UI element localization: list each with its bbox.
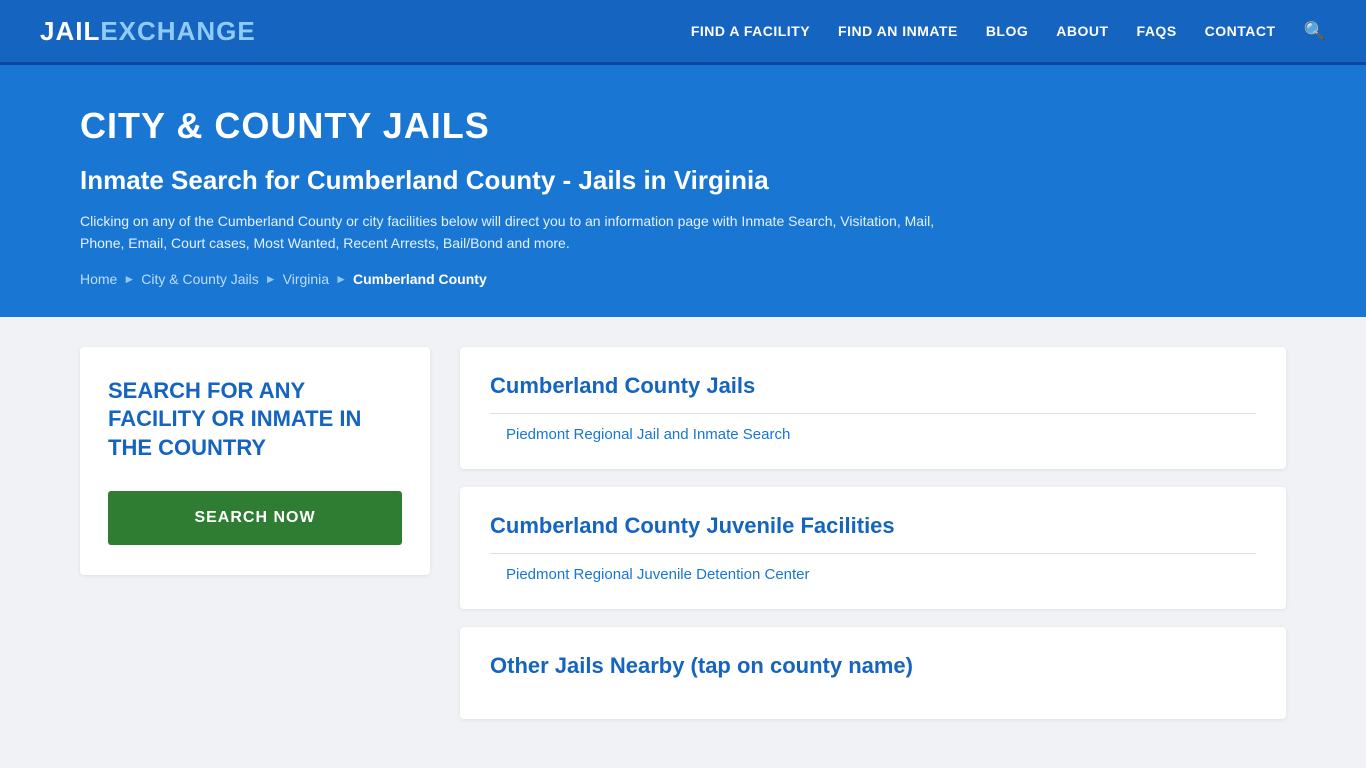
header: JAILEXCHANGE FIND A FACILITY FIND AN INM… xyxy=(0,0,1366,65)
breadcrumb-city-county[interactable]: City & County Jails xyxy=(141,271,258,287)
breadcrumb-sep-1: ► xyxy=(123,272,135,286)
logo-exchange: EXCHANGE xyxy=(100,16,255,46)
breadcrumb-sep-3: ► xyxy=(335,272,347,286)
nav-faqs[interactable]: FAQs xyxy=(1137,23,1177,39)
hero-description: Clicking on any of the Cumberland County… xyxy=(80,210,980,255)
breadcrumb-sep-2: ► xyxy=(265,272,277,286)
nav-contact[interactable]: CONTACT xyxy=(1205,23,1276,39)
link-piedmont-juvenile[interactable]: Piedmont Regional Juvenile Detention Cen… xyxy=(490,566,1256,583)
breadcrumb-home[interactable]: Home xyxy=(80,271,117,287)
page-subtitle: Inmate Search for Cumberland County - Ja… xyxy=(80,165,1286,196)
main-nav: FIND A FACILITY FIND AN INMATE BLOG ABOU… xyxy=(691,21,1326,42)
card-title-juvenile[interactable]: Cumberland County Juvenile Facilities xyxy=(490,513,1256,539)
logo-jail: JAIL xyxy=(40,16,100,46)
breadcrumb-current: Cumberland County xyxy=(353,271,487,287)
results-panel: Cumberland County Jails Piedmont Regiona… xyxy=(460,347,1286,719)
link-piedmont-jail[interactable]: Piedmont Regional Jail and Inmate Search xyxy=(490,426,1256,443)
card-nearby-jails: Other Jails Nearby (tap on county name) xyxy=(460,627,1286,719)
nav-about[interactable]: ABOUT xyxy=(1056,23,1108,39)
search-now-button[interactable]: SEARCH NOW xyxy=(108,491,402,545)
card-divider-2 xyxy=(490,553,1256,554)
search-panel: SEARCH FOR ANY FACILITY OR INMATE IN THE… xyxy=(80,347,430,575)
nav-find-facility[interactable]: FIND A FACILITY xyxy=(691,23,810,39)
logo[interactable]: JAILEXCHANGE xyxy=(40,16,256,47)
nav-find-inmate[interactable]: FIND AN INMATE xyxy=(838,23,958,39)
card-county-jails: Cumberland County Jails Piedmont Regiona… xyxy=(460,347,1286,469)
search-icon[interactable]: 🔍 xyxy=(1304,21,1326,42)
card-title-nearby[interactable]: Other Jails Nearby (tap on county name) xyxy=(490,653,1256,679)
breadcrumb: Home ► City & County Jails ► Virginia ► … xyxy=(80,271,1286,287)
card-divider-1 xyxy=(490,413,1256,414)
search-prompt-text: SEARCH FOR ANY FACILITY OR INMATE IN THE… xyxy=(108,377,402,463)
nav-blog[interactable]: BLOG xyxy=(986,23,1028,39)
page-title: CITY & COUNTY JAILS xyxy=(80,105,1286,147)
card-juvenile-facilities: Cumberland County Juvenile Facilities Pi… xyxy=(460,487,1286,609)
main-content: SEARCH FOR ANY FACILITY OR INMATE IN THE… xyxy=(0,317,1366,759)
hero-banner: CITY & COUNTY JAILS Inmate Search for Cu… xyxy=(0,65,1366,317)
card-title-county-jails[interactable]: Cumberland County Jails xyxy=(490,373,1256,399)
breadcrumb-state[interactable]: Virginia xyxy=(283,271,329,287)
